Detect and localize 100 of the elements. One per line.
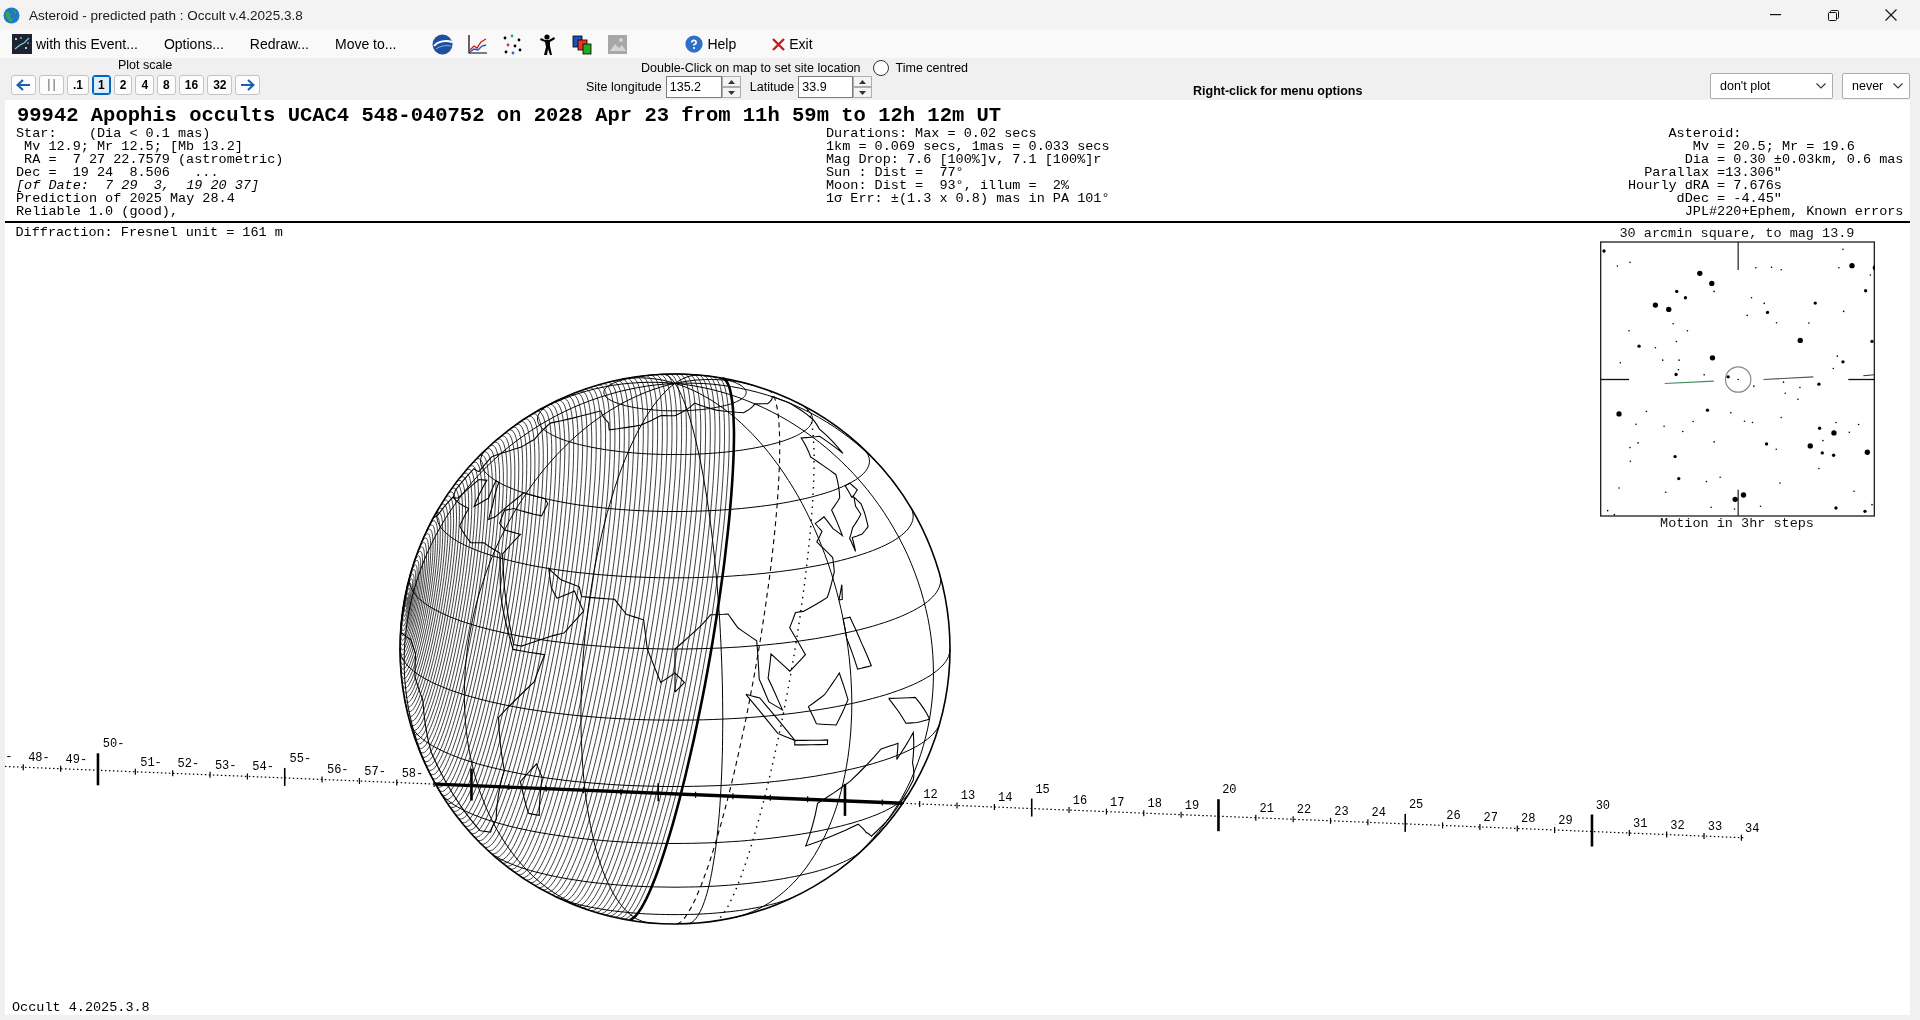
chevron-down-icon [1816,83,1826,89]
crosshair-tick [1599,378,1630,381]
scale-button[interactable]: 4 [135,75,155,95]
circumstance-line: 1σ Err: ±(1.3 x 0.8) mas in PA 101° [826,192,1110,205]
dropdown[interactable]: never [1842,73,1910,99]
spin-up-button[interactable] [853,76,873,87]
time-label: 20 [1222,784,1237,797]
time-label: 17 [1110,796,1125,809]
color-squares-icon[interactable] [571,33,593,55]
globe-icon[interactable] [431,33,453,55]
menu-item[interactable]: Help [679,32,743,56]
caret-up-icon [859,79,867,84]
version-text: Occult 4.2025.3.8 [12,1001,150,1015]
chart-title: 30 arcmin square, to mag 13.9 [1619,227,1855,241]
scatter-dots-icon[interactable] [501,33,523,55]
crosshair-tick [1737,488,1739,517]
scale-button[interactable]: .1 [67,75,89,95]
crosshair-tick [1737,241,1739,271]
asteroid-info-line: Hourly dRA = 7.676s [1628,179,1782,192]
time-label: 53- [214,759,237,772]
field-label: Latitude [749,80,795,94]
globe-icon [3,6,20,24]
restore-icon[interactable] [1827,9,1839,21]
field-label: Site longitude [586,80,662,94]
time-label: 12 [923,788,938,801]
site-hint-text: Double-Click on map to set site location [641,60,861,75]
star-info-line: Reliable 1.0 (good), [16,205,179,218]
time-label: 22 [1296,804,1312,817]
motion-line [1762,376,1814,381]
latitude-field[interactable]: 33.9 [798,76,854,98]
circumstance-line: Mag Drop: 7.6 [100%]v, 7.1 [100%]r [826,153,1102,166]
menu-item[interactable]: Move to... [329,32,403,56]
help-icon [685,35,704,53]
menu-item[interactable]: with this Event... [6,32,144,56]
caret-up-icon [727,79,735,84]
time-label: 29 [1558,815,1573,827]
asteroid-info-line: Parallax =13.306" [1644,166,1782,179]
scale-button[interactable]: 32 [207,75,233,95]
event-title: 99942 Apophis occults UCAC4 548-040752 on 2028 Apr 23 from 11h 59m to 12h 12m UT [17,105,1002,127]
time-label: 28 [1520,813,1536,826]
previous-button[interactable] [11,75,36,95]
radio-label: Time centred [895,60,969,75]
line-chart-icon[interactable] [466,33,488,55]
menu-item[interactable]: Redraw... [243,32,315,56]
circumstance-line: Moon: Dist = 93°, illum = 2% [826,179,1070,192]
caret-down-icon [859,90,867,95]
next-button[interactable] [235,75,261,95]
target-ring [1724,366,1751,393]
time-label: 27 [1483,811,1498,824]
close-icon[interactable] [1885,9,1897,21]
star-info-line: RA = 7 27 22.7579 (astrometric) [24,153,284,166]
time-label: 52- [177,758,200,771]
time-label: 33 [1707,821,1723,834]
time-label: 32 [1670,819,1685,832]
time-label: 13 [960,790,976,803]
time-label: 23 [1334,805,1349,818]
diffraction-text: Diffraction: Fresnel unit = 161 m [15,226,283,240]
time-label: 21 [1259,802,1274,815]
circumstance-line: 1km = 0.069 secs, 1mas = 0.033 secs [826,140,1110,153]
person-silhouette-icon[interactable] [538,33,556,55]
star-info-line: Mv 12.9; Mr 12.5; [Mb 13.2] [24,140,243,153]
pause-button[interactable] [39,75,64,95]
menu-item[interactable]: Options... [157,32,230,56]
asteroid-info-line: Mv = 20.5; Mr = 19.6 [1692,140,1855,153]
menu-item[interactable]: Exit [766,32,819,56]
asteroid-info-line: JPL#220+Ephem, Known errors [1684,205,1904,218]
scale-button[interactable]: 16 [178,75,205,95]
time-label: 58- [401,767,424,780]
spin-up-button[interactable] [721,76,741,87]
time-label: - [5,750,13,763]
spin-down-button[interactable] [721,87,741,98]
position-tick [1862,374,1875,377]
time-label: 24 [1371,807,1386,820]
scale-button[interactable]: 8 [157,75,176,95]
star-info-line: Prediction of 2025 May 28.4 [16,192,235,205]
sky-chart-icon [12,34,32,54]
asteroid-info-line: Asteroid: [1668,127,1742,140]
time-label: 14 [998,792,1013,804]
time-label: 51- [140,756,162,769]
menu-hint-text: Right-click for menu options [1193,84,1363,98]
star-info-line: [of Date: 7 29 3, 19 20 37] [16,179,260,192]
scale-button[interactable]: 2 [113,75,133,95]
asteroid-info-line: Dia = 0.30 ±0.03km, 0.6 mas [1684,153,1904,166]
window-title: Asteroid - predicted path : Occult v.4.2025.3.8 [29,7,303,23]
dropdown[interactable]: don't plot [1710,73,1833,99]
time-label: 57- [364,766,386,778]
time-label: 48- [28,752,50,765]
radio-button[interactable] [872,59,889,76]
circumstance-line: Durations: Max = 0.02 secs [826,127,1037,140]
longitude-field[interactable]: 135.2 [665,76,722,98]
star-info-line: Dec = 19 24 8.506 ... [16,166,219,179]
caret-down-icon [727,90,735,95]
arrow-right-icon [240,79,256,91]
time-label: 49- [65,753,88,766]
scale-button[interactable]: 1 [92,75,111,95]
arrow-left-icon [16,79,31,91]
spin-down-button[interactable] [853,87,873,98]
chevron-down-icon [1893,83,1903,89]
minimize-icon[interactable] [1769,14,1781,16]
circumstance-line: Sun : Dist = 77° [826,166,964,179]
